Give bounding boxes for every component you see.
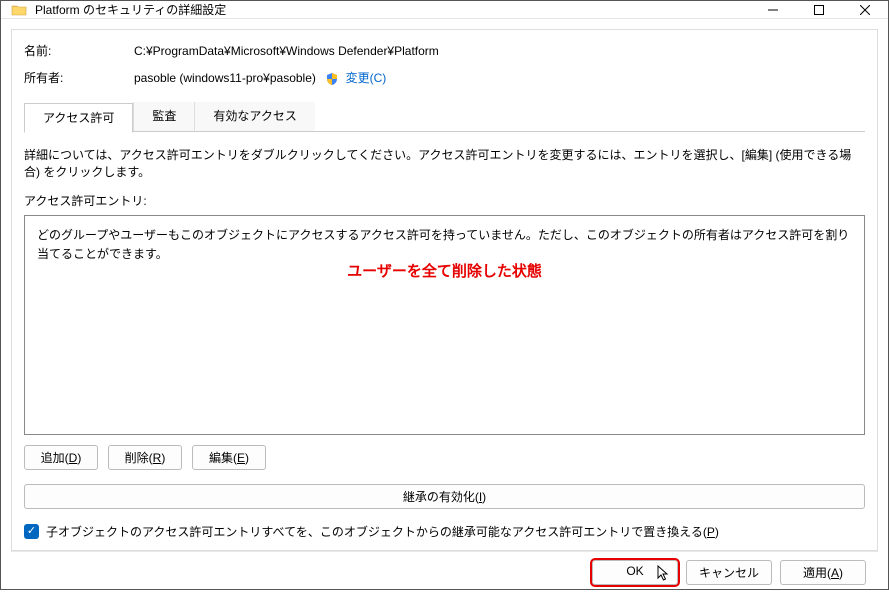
maximize-button[interactable] [796, 1, 842, 18]
folder-icon [11, 2, 27, 18]
owner-text: pasoble (windows11-pro¥pasoble) [134, 71, 316, 85]
ok-button[interactable]: OK [592, 560, 678, 585]
tab-underline [24, 131, 865, 132]
replace-child-label: 子オブジェクトのアクセス許可エントリすべてを、このオブジェクトからの継承可能なア… [46, 523, 719, 540]
annotation-overlay: ユーザーを全て削除した状態 [25, 260, 864, 281]
tab-permissions[interactable]: アクセス許可 [24, 103, 133, 133]
cancel-button[interactable]: キャンセル [686, 560, 772, 585]
owner-value: pasoble (windows11-pro¥pasoble) 変更(C) [134, 69, 865, 86]
entries-empty-message: どのグループやユーザーもこのオブジェクトにアクセスするアクセス許可を持っていませ… [37, 226, 852, 264]
remove-button[interactable]: 削除(R) [108, 445, 182, 470]
owner-label: 所有者: [24, 69, 134, 86]
instructions-text: 詳細については、アクセス許可エントリをダブルクリックしてください。アクセス許可エ… [24, 146, 865, 180]
entry-buttons-row: 追加(D) 削除(R) 編集(E) [24, 445, 865, 470]
inherit-row: 継承の有効化(I) [24, 484, 865, 509]
change-owner-link[interactable]: 変更(C) [346, 71, 387, 85]
owner-row: 所有者: pasoble (windows11-pro¥pasoble) 変更(… [24, 69, 865, 86]
content-area: 名前: C:¥ProgramData¥Microsoft¥Windows Def… [1, 19, 888, 601]
security-advanced-window: Platform のセキュリティの詳細設定 名前: C:¥ProgramData… [0, 0, 889, 590]
entries-label: アクセス許可エントリ: [24, 192, 865, 209]
tab-effective-access[interactable]: 有効なアクセス [194, 102, 314, 132]
minimize-button[interactable] [750, 1, 796, 18]
name-value: C:¥ProgramData¥Microsoft¥Windows Defende… [134, 44, 865, 58]
close-button[interactable] [842, 1, 888, 18]
name-label: 名前: [24, 42, 134, 59]
shield-icon [325, 72, 339, 86]
replace-child-checkbox[interactable]: ✓ [24, 524, 39, 539]
window-title: Platform のセキュリティの詳細設定 [35, 1, 750, 18]
titlebar: Platform のセキュリティの詳細設定 [1, 1, 888, 19]
add-button[interactable]: 追加(D) [24, 445, 98, 470]
apply-button[interactable]: 適用(A) [780, 560, 866, 585]
window-controls [750, 1, 888, 18]
dialog-footer: OK キャンセル 適用(A) [11, 551, 878, 593]
permission-entries-list[interactable]: どのグループやユーザーもこのオブジェクトにアクセスするアクセス許可を持っていませ… [24, 215, 865, 435]
replace-child-permissions-row: ✓ 子オブジェクトのアクセス許可エントリすべてを、このオブジェクトからの継承可能… [24, 523, 865, 540]
name-row: 名前: C:¥ProgramData¥Microsoft¥Windows Def… [24, 42, 865, 59]
edit-button[interactable]: 編集(E) [192, 445, 266, 470]
tab-audit[interactable]: 監査 [133, 102, 194, 132]
tab-strip: アクセス許可 監査 有効なアクセス [24, 102, 865, 132]
enable-inheritance-button[interactable]: 継承の有効化(I) [24, 484, 865, 509]
inner-panel: 名前: C:¥ProgramData¥Microsoft¥Windows Def… [11, 29, 878, 551]
cursor-icon [657, 565, 671, 586]
